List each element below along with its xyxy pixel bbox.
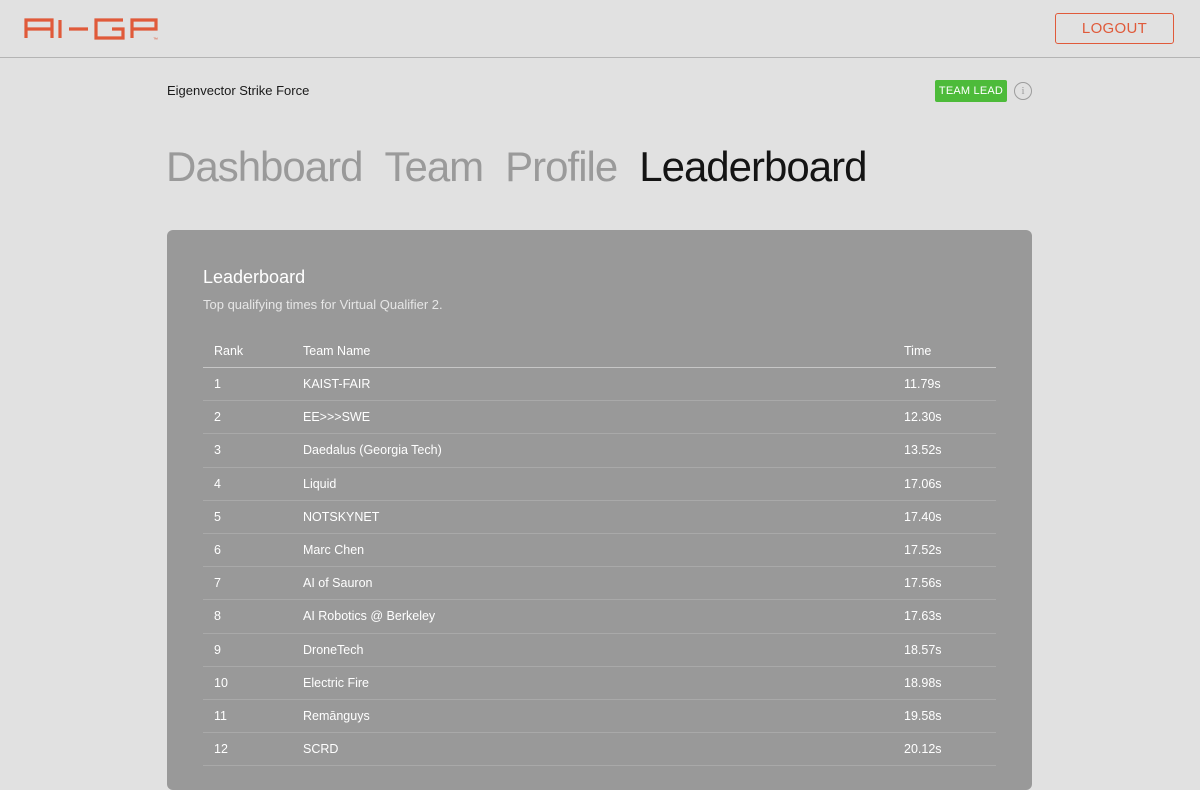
time-cell: 17.52s — [904, 543, 942, 558]
rank-cell: 4 — [214, 476, 221, 491]
table-row: 11 Remānguys 19.58s — [203, 700, 996, 734]
tab-team[interactable]: Team — [384, 142, 484, 192]
team-name-cell: Liquid — [303, 476, 337, 491]
tab-profile[interactable]: Profile — [505, 142, 618, 192]
rank-cell: 8 — [214, 609, 221, 624]
team-name-cell: EE>>>SWE — [303, 410, 371, 425]
leaderboard-card: Leaderboard Top qualifying times for Vir… — [167, 230, 1032, 790]
rank-cell: 3 — [214, 443, 221, 458]
leaderboard-table: Rank Team Name Time 1 KAIST-FAIR 11.79s 2 EE… — [203, 335, 996, 767]
time-cell: 17.56s — [904, 576, 942, 591]
team-name-cell: SCRD — [303, 742, 339, 757]
time-cell: 19.58s — [904, 708, 942, 723]
rank-cell: 10 — [214, 675, 228, 690]
rank-cell: 9 — [214, 642, 221, 657]
column-header-rank: Rank — [214, 344, 244, 358]
info-icon[interactable]: i — [1014, 82, 1032, 100]
time-cell: 17.06s — [904, 476, 942, 491]
tab-leaderboard[interactable]: Leaderboard — [639, 142, 867, 192]
team-name: Eigenvector Strike Force — [167, 83, 310, 98]
role-badge: TEAM LEAD — [935, 80, 1007, 102]
table-row: 5 NOTSKYNET 17.40s — [203, 501, 996, 534]
team-name-cell: AI of Sauron — [303, 576, 373, 591]
card-title: Leaderboard — [203, 267, 306, 287]
team-name-cell: Remānguys — [303, 708, 370, 723]
table-row: 1 KAIST-FAIR 11.79s — [203, 368, 996, 402]
table-row: 12 SCRD 20.12s — [203, 733, 996, 767]
rank-cell: 7 — [214, 576, 221, 591]
time-cell: 18.57s — [904, 642, 942, 657]
column-header-team-name: Team Name — [303, 344, 371, 358]
trademark-mark: ™ — [153, 37, 158, 42]
table-header: Rank Team Name Time — [203, 335, 996, 368]
table-row: 3 Daedalus (Georgia Tech) 13.52s — [203, 434, 996, 468]
table-row: 8 AI Robotics @ Berkeley 17.63s — [203, 600, 996, 634]
top-bar: ™ LOGOUT — [0, 0, 1200, 58]
table-row: 10 Electric Fire 18.98s — [203, 667, 996, 700]
rank-cell: 2 — [214, 410, 221, 425]
time-cell: 13.52s — [904, 443, 942, 458]
column-header-time: Time — [904, 344, 932, 358]
table-row: 2 EE>>>SWE 12.30s — [203, 401, 996, 435]
team-name-cell: NOTSKYNET — [303, 509, 380, 524]
time-cell: 20.12s — [904, 742, 942, 757]
team-name-cell: Electric Fire — [303, 675, 369, 690]
time-cell: 17.63s — [904, 609, 942, 624]
rank-cell: 1 — [214, 377, 221, 392]
rank-cell: 6 — [214, 543, 221, 558]
time-cell: 12.30s — [904, 410, 942, 425]
card-subtitle: Top qualifying times for Virtual Qualifi… — [203, 297, 443, 312]
table-row: 9 DroneTech 18.57s — [203, 634, 996, 667]
table-row: 7 AI of Sauron 17.56s — [203, 567, 996, 601]
rank-cell: 5 — [214, 509, 221, 524]
team-name-cell: Daedalus (Georgia Tech) — [303, 443, 442, 458]
team-name-cell: DroneTech — [303, 642, 364, 657]
team-name-cell: Marc Chen — [303, 543, 365, 558]
time-cell: 17.40s — [904, 509, 942, 524]
table-row: 6 Marc Chen 17.52s — [203, 534, 996, 568]
main-nav: Dashboard Team Profile Leaderboard — [166, 142, 888, 192]
rank-cell: 12 — [214, 742, 228, 757]
team-name-cell: AI Robotics @ Berkeley — [303, 609, 436, 624]
tab-dashboard[interactable]: Dashboard — [166, 142, 363, 192]
team-name-cell: KAIST-FAIR — [303, 377, 371, 392]
ai-gp-logo[interactable]: ™ — [24, 14, 164, 42]
rank-cell: 11 — [214, 708, 227, 723]
table-row: 4 Liquid 17.06s — [203, 468, 996, 501]
table-body: 1 KAIST-FAIR 11.79s 2 EE>>>SWE 12.30s 3 Daedalu… — [203, 368, 996, 767]
time-cell: 18.98s — [904, 675, 942, 690]
logout-button[interactable]: LOGOUT — [1055, 13, 1174, 44]
time-cell: 11.79s — [904, 377, 941, 392]
